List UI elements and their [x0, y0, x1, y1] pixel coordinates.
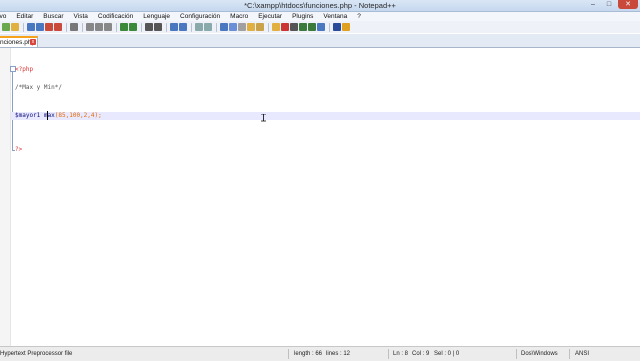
- save-icon[interactable]: [27, 23, 35, 31]
- redo-icon[interactable]: [129, 23, 137, 31]
- replace-icon[interactable]: [154, 23, 162, 31]
- code-line-open-tag: <?php: [15, 66, 34, 73]
- text-caret: [47, 111, 48, 120]
- stop-icon[interactable]: [290, 23, 298, 31]
- menu-lenguaje[interactable]: Lenguaje: [138, 12, 175, 21]
- save-macro-icon[interactable]: [317, 23, 325, 31]
- print-icon[interactable]: [70, 23, 78, 31]
- toolbar-separator: [141, 22, 142, 32]
- close-window-button[interactable]: ✕: [618, 0, 638, 9]
- menu-codificacion[interactable]: Codificación: [93, 12, 138, 21]
- title-bar: *C:\xampp\htdocs\funciones.php - Notepad…: [0, 0, 640, 12]
- find-icon[interactable]: [145, 23, 153, 31]
- current-line-highlight: [11, 112, 640, 120]
- open-icon[interactable]: [11, 23, 19, 31]
- toolbar-separator: [23, 22, 24, 32]
- cut-icon[interactable]: [86, 23, 94, 31]
- toolbar-separator: [329, 22, 330, 32]
- toolbar-separator: [82, 22, 83, 32]
- menu-macro[interactable]: Macro: [225, 12, 253, 21]
- close-all-icon[interactable]: [54, 23, 62, 31]
- record-icon[interactable]: [281, 23, 289, 31]
- maximize-button[interactable]: □: [602, 0, 616, 9]
- folder-icon[interactable]: [272, 23, 280, 31]
- tab-close-icon[interactable]: x: [30, 39, 36, 45]
- play-multi-icon[interactable]: [308, 23, 316, 31]
- doc-map-icon[interactable]: [247, 23, 255, 31]
- undo-icon[interactable]: [120, 23, 128, 31]
- status-ln: Ln : 8: [393, 351, 409, 357]
- close-icon[interactable]: [45, 23, 53, 31]
- toolbar-separator: [116, 22, 117, 32]
- fold-line: [12, 71, 13, 150]
- save-all-icon[interactable]: [36, 23, 44, 31]
- toolbar-separator: [216, 22, 217, 32]
- tab-funciones[interactable]: nciones.php x: [0, 36, 38, 47]
- paste-icon[interactable]: [104, 23, 112, 31]
- menu-bar: ivo Editar Buscar Vista Codificación Len…: [0, 12, 640, 21]
- copy-icon[interactable]: [95, 23, 103, 31]
- menu-configuracion[interactable]: Configuración: [175, 12, 225, 21]
- window-title: *C:\xampp\htdocs\funciones.php - Notepad…: [244, 1, 396, 10]
- tab-bar: nciones.php x: [0, 34, 640, 48]
- toolbar-separator: [66, 22, 67, 32]
- code-editor[interactable]: <?php /*Max y Min*/ $mayor1 max(85,100,2…: [0, 48, 640, 346]
- menu-archivo[interactable]: ivo: [0, 12, 11, 21]
- sync-v-icon[interactable]: [195, 23, 203, 31]
- code-function: max: [43, 112, 55, 119]
- toolbar-separator: [191, 22, 192, 32]
- fold-margin[interactable]: [0, 48, 11, 346]
- status-divider: [516, 349, 517, 359]
- code-line-close-tag: ?>: [15, 146, 23, 153]
- status-eol: Dos\Windows: [521, 351, 558, 357]
- indent-guide-icon[interactable]: [238, 23, 246, 31]
- toolbar-separator: [166, 22, 167, 32]
- code-line-comment: /*Max y Min*/: [15, 84, 62, 91]
- ibeam-cursor-icon: [261, 114, 266, 122]
- sync-h-icon[interactable]: [204, 23, 212, 31]
- menu-buscar[interactable]: Buscar: [38, 12, 68, 21]
- code-line-statement: $mayor1 max(85,100,2,4);: [15, 112, 102, 120]
- status-col: Col : 9: [412, 351, 430, 357]
- zoom-in-icon[interactable]: [170, 23, 178, 31]
- menu-plugins[interactable]: Plugins: [287, 12, 318, 21]
- status-divider: [569, 349, 570, 359]
- menu-editar[interactable]: Editar: [11, 12, 38, 21]
- status-language: Hypertext Preprocessor file: [0, 351, 73, 357]
- new-icon[interactable]: [2, 23, 10, 31]
- status-lines: lines : 12: [326, 351, 351, 357]
- menu-vista[interactable]: Vista: [69, 12, 93, 21]
- status-bar: Hypertext Preprocessor file length : 66 …: [0, 346, 640, 361]
- status-length: length : 66: [294, 351, 323, 357]
- status-divider: [288, 349, 289, 359]
- spellcheck2-icon[interactable]: [342, 23, 350, 31]
- menu-ventana[interactable]: Ventana: [318, 12, 352, 21]
- minimize-button[interactable]: –: [586, 0, 600, 9]
- code-variable: $mayor1: [15, 112, 41, 119]
- play-icon[interactable]: [299, 23, 307, 31]
- all-chars-icon[interactable]: [229, 23, 237, 31]
- code-arguments: (85,100,2,4);: [54, 112, 102, 119]
- status-encoding: ANSI: [575, 351, 590, 357]
- status-divider: [388, 349, 389, 359]
- toolbar-separator: [268, 22, 269, 32]
- spellcheck-icon[interactable]: [333, 23, 341, 31]
- zoom-out-icon[interactable]: [179, 23, 187, 31]
- status-sel: Sel : 0 | 0: [434, 351, 460, 357]
- menu-ejecutar[interactable]: Ejecutar: [253, 12, 287, 21]
- toolbar: [0, 21, 640, 33]
- menu-help[interactable]: ?: [352, 12, 366, 21]
- func-list-icon[interactable]: [256, 23, 264, 31]
- wrap-icon[interactable]: [220, 23, 228, 31]
